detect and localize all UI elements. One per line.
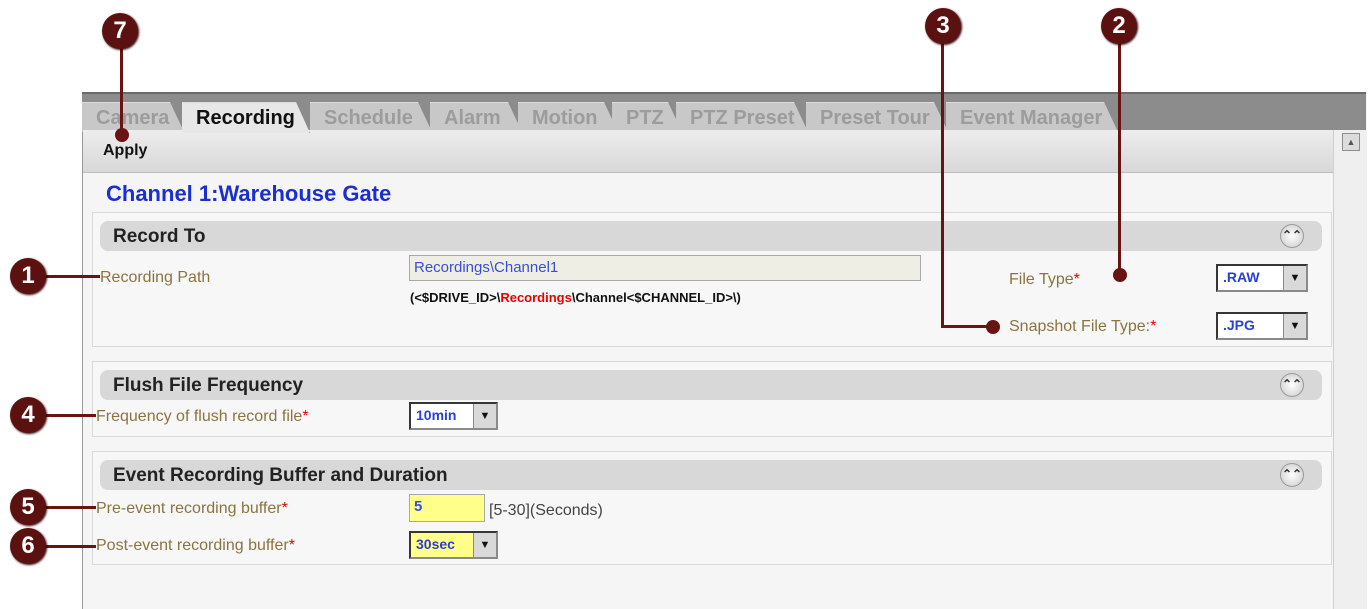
callout-7: 7 bbox=[102, 13, 138, 49]
tab-schedule[interactable]: Schedule bbox=[310, 102, 432, 132]
section-title: Record To bbox=[113, 226, 206, 247]
recording-path-label: Recording Path bbox=[100, 269, 211, 286]
callout-4: 4 bbox=[10, 397, 46, 433]
post-event-buffer-select[interactable]: 30sec ▼ bbox=[409, 531, 498, 559]
tab-alarm[interactable]: Alarm bbox=[430, 102, 522, 132]
path-hint: (<$DRIVE_ID>\Recordings\Channel<$CHANNEL… bbox=[410, 290, 741, 305]
scroll-up-icon[interactable]: ▲ bbox=[1342, 133, 1360, 151]
tab-bar: Camera Recording Schedule Alarm Motion P… bbox=[82, 92, 1366, 132]
callout-2: 2 bbox=[1101, 8, 1137, 44]
tab-ptz-preset[interactable]: PTZ Preset bbox=[676, 102, 808, 132]
section-header: Record To ⌃⌃ bbox=[100, 221, 1322, 251]
section-title: Event Recording Buffer and Duration bbox=[113, 465, 448, 486]
callout-2-dot bbox=[1113, 268, 1127, 282]
callout-5-leader bbox=[38, 506, 96, 509]
toolbar: Apply bbox=[83, 130, 1333, 173]
tab-event-manager[interactable]: Event Manager bbox=[946, 102, 1118, 132]
flush-frequency-label: Frequency of flush record file* bbox=[96, 408, 309, 425]
file-type-label: File Type* bbox=[1009, 271, 1080, 288]
snapshot-file-type-select[interactable]: .JPG ▼ bbox=[1216, 312, 1308, 340]
snapshot-file-type-label: Snapshot File Type:* bbox=[1009, 318, 1157, 335]
triangle-down-icon[interactable]: ▼ bbox=[1283, 266, 1306, 290]
vertical-scrollbar[interactable]: ▲ bbox=[1333, 130, 1367, 609]
callout-7-dot bbox=[115, 128, 129, 142]
callout-1-leader bbox=[38, 275, 100, 278]
section-title: Flush File Frequency bbox=[113, 375, 304, 396]
callout-4-leader bbox=[38, 414, 96, 417]
pre-event-range-hint: [5-30](Seconds) bbox=[489, 502, 603, 519]
callout-6: 6 bbox=[10, 528, 46, 564]
flush-frequency-select[interactable]: 10min ▼ bbox=[409, 402, 498, 430]
double-chevron-up-icon[interactable]: ⌃⌃ bbox=[1280, 224, 1304, 248]
section-header: Event Recording Buffer and Duration ⌃⌃ bbox=[100, 460, 1322, 490]
file-type-select[interactable]: .RAW ▼ bbox=[1216, 264, 1308, 292]
pre-event-buffer-input[interactable]: 5 bbox=[409, 494, 485, 522]
tab-ptz[interactable]: PTZ bbox=[612, 102, 682, 132]
callout-2-leader bbox=[1118, 42, 1121, 272]
callout-6-leader bbox=[38, 545, 96, 548]
section-header: Flush File Frequency ⌃⌃ bbox=[100, 370, 1322, 400]
recording-path-input[interactable]: Recordings\Channel1 bbox=[409, 255, 921, 281]
callout-7-leader bbox=[120, 42, 123, 134]
apply-button[interactable]: Apply bbox=[103, 142, 147, 160]
tab-camera[interactable]: Camera bbox=[82, 102, 184, 132]
tab-preset-tour[interactable]: Preset Tour bbox=[806, 102, 948, 132]
channel-title: Channel 1:Warehouse Gate bbox=[106, 181, 392, 206]
callout-3-leader-vertical bbox=[941, 42, 944, 328]
pre-event-buffer-label: Pre-event recording buffer* bbox=[96, 500, 288, 517]
callout-3-leader-horizontal bbox=[941, 325, 991, 328]
tab-motion[interactable]: Motion bbox=[518, 102, 618, 132]
double-chevron-up-icon[interactable]: ⌃⌃ bbox=[1280, 373, 1304, 397]
callout-1: 1 bbox=[10, 258, 46, 294]
callout-3: 3 bbox=[925, 8, 961, 44]
tab-recording[interactable]: Recording bbox=[182, 102, 310, 133]
callout-5: 5 bbox=[10, 489, 46, 525]
callout-3-dot bbox=[986, 320, 1000, 334]
triangle-down-icon[interactable]: ▼ bbox=[473, 533, 496, 557]
triangle-down-icon[interactable]: ▼ bbox=[1283, 314, 1306, 338]
post-event-buffer-label: Post-event recording buffer* bbox=[96, 537, 295, 554]
triangle-down-icon[interactable]: ▼ bbox=[473, 404, 496, 428]
double-chevron-up-icon[interactable]: ⌃⌃ bbox=[1280, 463, 1304, 487]
